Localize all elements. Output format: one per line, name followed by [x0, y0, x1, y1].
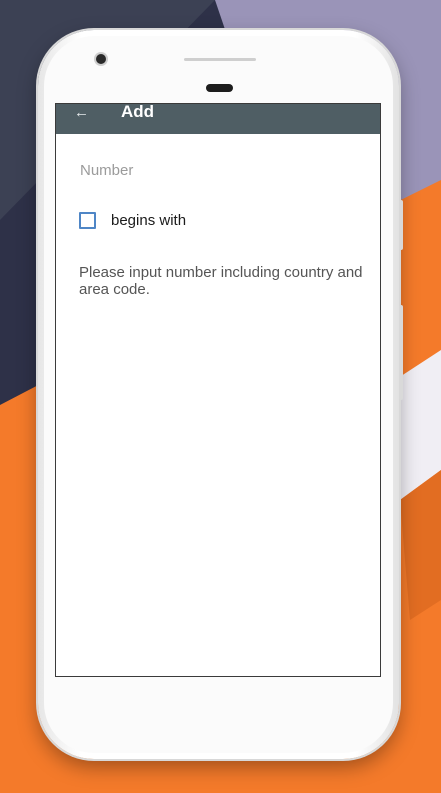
page-title: Add	[121, 103, 155, 121]
front-camera-icon	[96, 54, 106, 64]
begins-with-label[interactable]: begins with	[111, 212, 186, 229]
input-hint-text: Please input number including country an…	[79, 264, 363, 298]
power-button	[399, 305, 403, 400]
number-input[interactable]: Number	[80, 162, 133, 179]
speaker-grille	[184, 58, 256, 61]
app-screen: ← Add Number begins with Please input nu…	[55, 103, 381, 677]
begins-with-checkbox[interactable]	[79, 211, 96, 229]
app-bar: ← Add	[56, 104, 380, 134]
phone-frame: ← Add Number begins with Please input nu…	[38, 30, 403, 759]
begins-with-option[interactable]: begins with	[79, 210, 186, 230]
volume-button	[399, 200, 403, 250]
earpiece	[206, 84, 233, 92]
back-arrow-icon[interactable]: ←	[74, 105, 89, 121]
